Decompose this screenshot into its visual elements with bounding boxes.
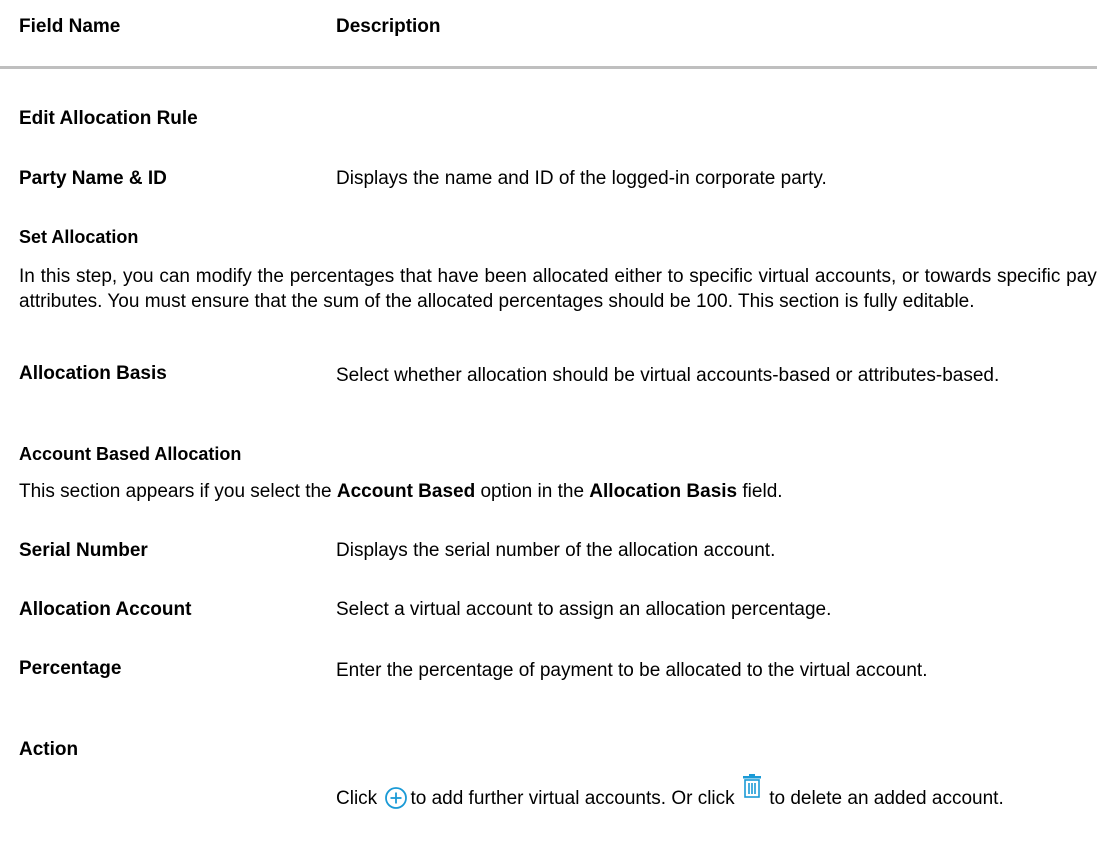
trash-icon xyxy=(742,774,762,805)
set-allocation-paragraph: In this step, you can modify the percent… xyxy=(19,266,1097,312)
desc-action-text-1: Click xyxy=(336,788,383,809)
table-header: Field Name Description xyxy=(0,0,1097,69)
account-based-text-2: option in the xyxy=(475,481,590,502)
account-based-text-3: field. xyxy=(737,481,783,502)
account-based-bold-1: Account Based xyxy=(336,481,476,502)
field-allocation-account: Allocation Account xyxy=(19,599,192,620)
section-heading-account-based: Account Based Allocation xyxy=(19,444,242,464)
desc-allocation-account: Select a virtual account to assign an al… xyxy=(336,599,832,620)
field-party-name: Party Name & ID xyxy=(19,168,167,189)
section-heading-edit-rule: Edit Allocation Rule xyxy=(19,108,198,129)
desc-action-text-3: to delete an added account. xyxy=(763,788,1004,809)
field-percentage: Percentage xyxy=(19,658,122,679)
field-action: Action xyxy=(19,739,79,760)
add-circle-icon xyxy=(384,786,408,817)
desc-serial-number: Displays the serial number of the alloca… xyxy=(336,540,776,561)
account-based-paragraph: This section appears if you select the A… xyxy=(19,481,783,503)
section-heading-set-allocation: Set Allocation xyxy=(19,227,139,247)
desc-action-text-2: to add further virtual accounts. Or clic… xyxy=(410,788,740,809)
account-based-bold-2: Allocation Basis xyxy=(589,481,738,502)
field-name-header: Field Name xyxy=(19,16,121,37)
document-page: Field Name Description Edit Allocation R… xyxy=(0,0,1097,846)
field-serial-number: Serial Number xyxy=(19,540,148,561)
desc-percentage: Enter the percentage of payment to be al… xyxy=(336,660,928,681)
description-header: Description xyxy=(336,16,441,37)
desc-allocation-basis: Select whether allocation should be virt… xyxy=(336,365,1000,386)
desc-action: Click to add further virtual accounts. O… xyxy=(336,774,1004,817)
field-allocation-basis: Allocation Basis xyxy=(19,363,167,384)
desc-party-name: Displays the name and ID of the logged-i… xyxy=(336,168,827,189)
account-based-text-1: This section appears if you select the xyxy=(19,481,337,502)
